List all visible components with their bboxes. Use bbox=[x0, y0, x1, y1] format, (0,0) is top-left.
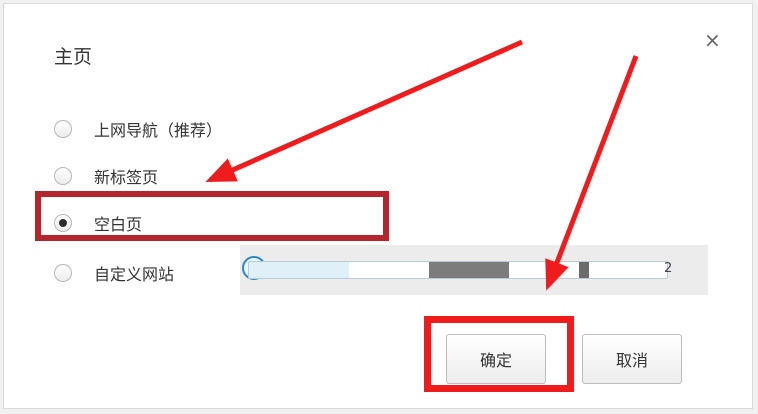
option-navigation-label: 上网导航（推荐） bbox=[94, 121, 223, 140]
option-custom-site[interactable]: 自定义网站 bbox=[54, 260, 174, 286]
radio-custom-site[interactable] bbox=[54, 264, 72, 282]
custom-url-input[interactable] bbox=[248, 261, 668, 279]
option-new-tab[interactable]: 新标签页 bbox=[54, 163, 158, 189]
custom-url-area: e 2 bbox=[240, 245, 708, 295]
radio-selected-dot bbox=[59, 219, 67, 227]
cancel-button[interactable]: 取消 bbox=[582, 334, 682, 384]
option-blank-page-label: 空白页 bbox=[94, 215, 143, 234]
dialog-title: 主页 bbox=[54, 46, 93, 68]
ok-button[interactable]: 确定 bbox=[446, 334, 546, 384]
radio-blank-page[interactable] bbox=[54, 214, 72, 232]
radio-new-tab[interactable] bbox=[54, 167, 72, 185]
homepage-dialog: 主页 × 上网导航（推荐） 新标签页 空白页 自定义网站 e 2 确定 取消 bbox=[3, 3, 753, 409]
option-blank-page[interactable]: 空白页 bbox=[54, 210, 142, 236]
close-icon[interactable]: × bbox=[704, 30, 721, 50]
option-new-tab-label: 新标签页 bbox=[94, 168, 159, 187]
radio-navigation[interactable] bbox=[54, 120, 72, 138]
option-navigation[interactable]: 上网导航（推荐） bbox=[54, 116, 222, 142]
option-custom-site-label: 自定义网站 bbox=[94, 265, 175, 284]
url-suffix: 2 bbox=[664, 261, 673, 276]
